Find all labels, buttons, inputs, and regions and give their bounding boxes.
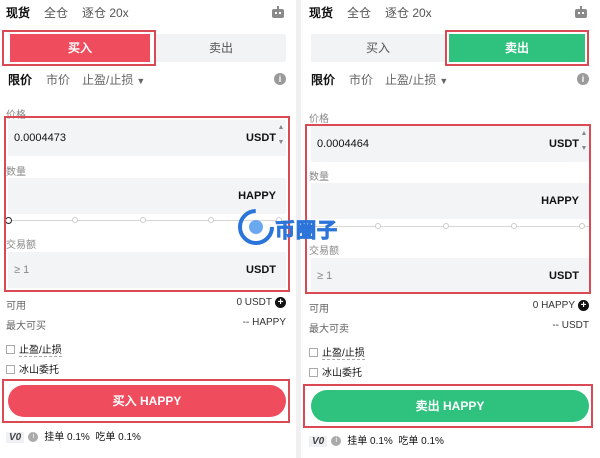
chevron-up-icon[interactable]: ▲	[579, 126, 589, 141]
slider-mark[interactable]	[511, 223, 517, 229]
maker-fee: 挂单 0.1%	[44, 432, 90, 443]
taker-fee: 吃单 0.1%	[398, 436, 444, 447]
slider-mark[interactable]	[375, 223, 381, 229]
fee-row: V0 i 挂单 0.1% 吃单 0.1%	[309, 432, 444, 447]
chevron-up-icon[interactable]: ▲	[276, 120, 286, 135]
price-value: 0.0004473	[14, 132, 66, 144]
sell-tab-button[interactable]: 卖出	[449, 34, 585, 62]
price-label: 价格	[6, 110, 26, 121]
slider-mark[interactable]	[140, 217, 146, 223]
info-icon[interactable]: i	[28, 432, 39, 443]
quantity-label: 数量	[309, 172, 329, 183]
plus-icon[interactable]: +	[275, 297, 286, 308]
buy-submit-button[interactable]: 买入 HAPPY	[8, 385, 286, 417]
slider-mark[interactable]	[208, 217, 214, 223]
tab-isolated[interactable]: 逐仓 20x	[82, 4, 129, 21]
max-sell-row: 最大可卖 -- USDT	[309, 320, 589, 335]
fee-row: V0 i 挂单 0.1% 吃单 0.1%	[6, 428, 141, 443]
buy-tab-button[interactable]: 买入	[10, 34, 150, 62]
tab-cross[interactable]: 全仓	[347, 4, 371, 21]
slider-mark[interactable]	[579, 223, 585, 229]
info-icon[interactable]: i	[577, 73, 589, 85]
margin-mode-tabs: 现货 全仓 逐仓 20x	[309, 4, 591, 22]
tp-sl-checkbox-label: 止盈/止损	[19, 345, 62, 357]
info-icon[interactable]: i	[331, 436, 342, 447]
amount-input[interactable]: ≥ 1 USDT	[311, 258, 589, 294]
tab-tp-sl[interactable]: 止盈/止损 ▼	[82, 71, 145, 88]
quantity-label: 数量	[6, 167, 26, 178]
tp-sl-checkbox-label: 止盈/止损	[322, 348, 365, 360]
price-input[interactable]: 0.0004473 USDT ▲ ▼	[8, 120, 286, 156]
amount-placeholder: ≥ 1	[317, 270, 333, 282]
chevron-down-icon: ▼	[136, 76, 146, 86]
price-stepper[interactable]: ▲ ▼	[579, 126, 589, 162]
iceberg-checkbox[interactable]: 冰山委托	[309, 364, 362, 379]
max-sell-value: -- USDT	[552, 320, 589, 331]
order-type-tabs: 限价 市价 止盈/止损 ▼ i	[6, 71, 288, 89]
tab-spot[interactable]: 现货	[6, 4, 30, 21]
maker-fee: 挂单 0.1%	[347, 436, 393, 447]
chevron-down-icon[interactable]: ▼	[579, 141, 589, 156]
watermark-logo-icon	[238, 209, 274, 245]
chevron-down-icon[interactable]: ▼	[276, 135, 286, 150]
quantity-unit: HAPPY	[238, 190, 276, 202]
watermark: 币圈子	[237, 208, 367, 248]
tp-sl-checkbox[interactable]: 止盈/止损	[309, 344, 365, 360]
vip-badge: V0	[6, 432, 25, 443]
order-type-tabs: 限价 市价 止盈/止损 ▼ i	[309, 71, 591, 89]
max-sell-label: 最大可卖	[309, 324, 349, 335]
slider-mark[interactable]	[72, 217, 78, 223]
tab-limit[interactable]: 限价	[8, 71, 32, 88]
slider-mark[interactable]	[443, 223, 449, 229]
price-unit: USDT	[246, 132, 276, 144]
slider-handle[interactable]	[5, 217, 12, 224]
sell-tab-button[interactable]: 卖出	[156, 34, 286, 62]
iceberg-checkbox-label: 冰山委托	[322, 368, 362, 379]
max-buy-row: 最大可买 -- HAPPY	[6, 317, 286, 332]
iceberg-checkbox[interactable]: 冰山委托	[6, 361, 59, 376]
trading-bot-icon[interactable]	[573, 6, 589, 20]
price-value: 0.0004464	[317, 138, 369, 150]
iceberg-checkbox-label: 冰山委托	[19, 365, 59, 376]
buy-tab-button[interactable]: 买入	[311, 34, 445, 62]
chevron-down-icon: ▼	[439, 76, 449, 86]
vip-badge: V0	[309, 436, 328, 447]
info-icon[interactable]: i	[274, 73, 286, 85]
amount-placeholder: ≥ 1	[14, 264, 30, 276]
sell-submit-button[interactable]: 卖出 HAPPY	[311, 390, 589, 422]
amount-unit: USDT	[549, 270, 579, 282]
amount-unit: USDT	[246, 264, 276, 276]
available-row: 可用 0 USDT +	[6, 297, 286, 312]
price-stepper[interactable]: ▲ ▼	[276, 120, 286, 156]
available-value: 0 HAPPY	[532, 300, 575, 312]
max-buy-value: -- HAPPY	[242, 317, 286, 328]
amount-input[interactable]: ≥ 1 USDT	[8, 252, 286, 288]
quantity-unit: HAPPY	[541, 195, 579, 207]
watermark-text: 币圈子	[275, 220, 338, 243]
plus-icon[interactable]: +	[578, 300, 589, 311]
tp-sl-checkbox[interactable]: 止盈/止损	[6, 341, 62, 357]
tab-market[interactable]: 市价	[349, 71, 373, 88]
price-input[interactable]: 0.0004464 USDT ▲ ▼	[311, 126, 589, 162]
tab-market[interactable]: 市价	[46, 71, 70, 88]
tab-spot[interactable]: 现货	[309, 4, 333, 21]
tab-cross[interactable]: 全仓	[44, 4, 68, 21]
price-unit: USDT	[549, 138, 579, 150]
available-label: 可用	[309, 304, 329, 315]
tab-isolated[interactable]: 逐仓 20x	[385, 4, 432, 21]
margin-mode-tabs: 现货 全仓 逐仓 20x	[6, 4, 288, 22]
available-label: 可用	[6, 301, 26, 312]
amount-label: 交易额	[6, 240, 36, 251]
tab-tp-sl[interactable]: 止盈/止损 ▼	[385, 71, 448, 88]
available-value: 0 USDT	[236, 297, 272, 309]
taker-fee: 吃单 0.1%	[95, 432, 141, 443]
trading-bot-icon[interactable]	[270, 6, 286, 20]
available-row: 可用 0 HAPPY +	[309, 300, 589, 315]
tab-limit[interactable]: 限价	[311, 71, 335, 88]
max-buy-label: 最大可买	[6, 321, 46, 332]
price-label: 价格	[309, 114, 329, 125]
